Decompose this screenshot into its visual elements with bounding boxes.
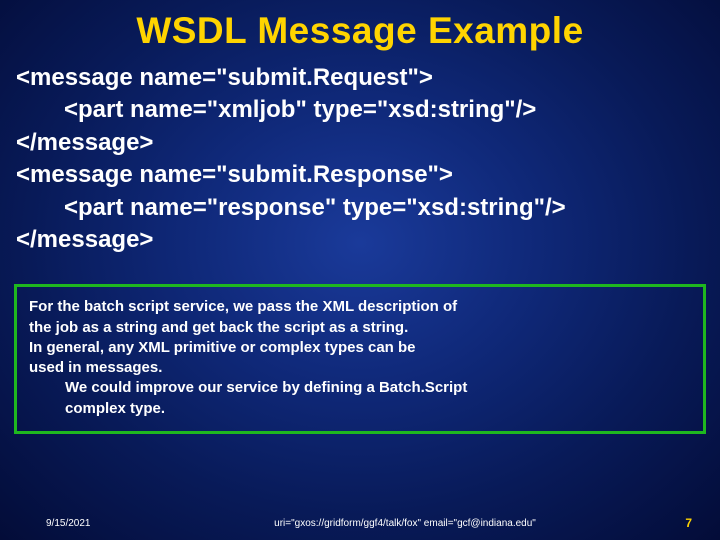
page-number: 7: [660, 516, 720, 530]
info-box: For the batch script service, we pass th…: [14, 284, 706, 434]
code-line: <part name="response" type="xsd:string"/…: [16, 192, 704, 224]
slide-title: WSDL Message Example: [0, 0, 720, 62]
info-line: For the batch script service, we pass th…: [29, 297, 691, 317]
info-line: complex type.: [29, 399, 691, 419]
code-block: <message name="submit.Request"> <part na…: [0, 62, 720, 256]
code-line: </message>: [16, 127, 704, 159]
code-line: <message name="submit.Response">: [16, 159, 704, 191]
info-line: used in messages.: [29, 358, 691, 378]
code-line: <part name="xmljob" type="xsd:string"/>: [16, 94, 704, 126]
code-line: <message name="submit.Request">: [16, 62, 704, 94]
code-line: </message>: [16, 224, 704, 256]
footer: 9/15/2021 uri="gxos://gridform/ggf4/talk…: [0, 516, 720, 530]
footer-uri: uri="gxos://gridform/ggf4/talk/fox" emai…: [150, 518, 660, 529]
info-line: We could improve our service by defining…: [29, 378, 691, 398]
info-line: the job as a string and get back the scr…: [29, 318, 691, 338]
footer-date: 9/15/2021: [0, 518, 150, 529]
info-line: In general, any XML primitive or complex…: [29, 338, 691, 358]
